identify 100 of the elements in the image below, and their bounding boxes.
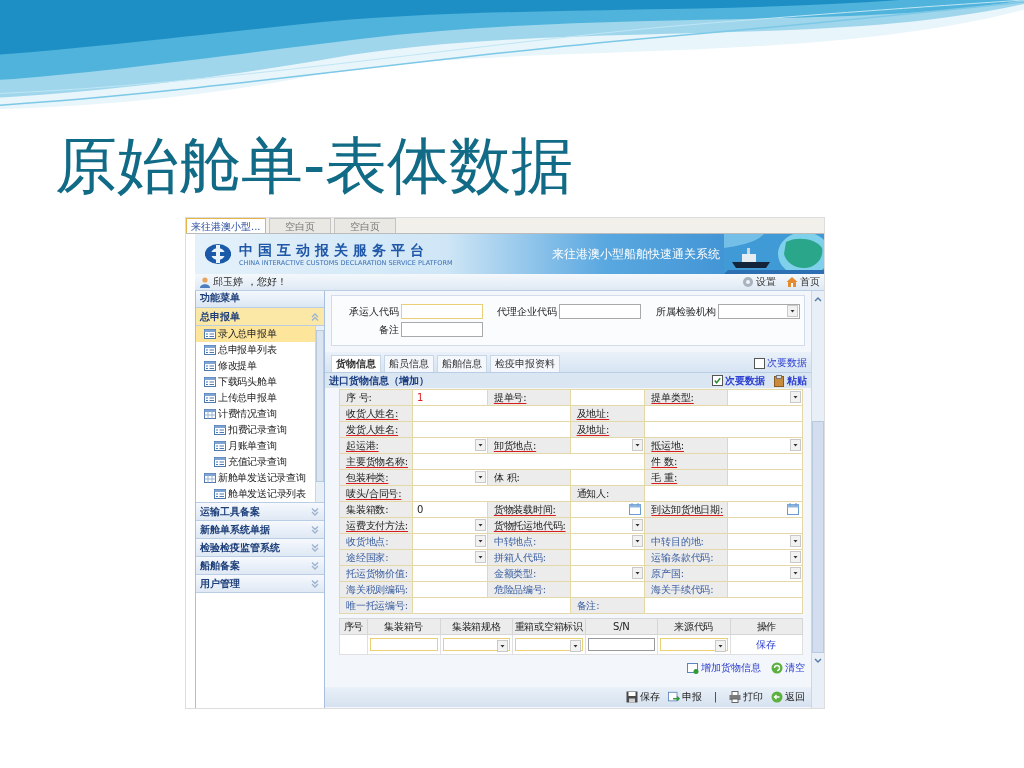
input-field[interactable] (413, 406, 570, 421)
save-link[interactable]: 保存 (756, 638, 777, 650)
field-label: 唯一托运编号: (340, 598, 412, 613)
input-field[interactable] (370, 638, 438, 651)
detail-tab[interactable]: 船员信息 (384, 355, 434, 372)
checkbox[interactable] (754, 358, 765, 369)
system-name: 来往港澳小型船舶快速通关系统 (552, 247, 720, 261)
menu-section-header[interactable]: 新舱单系统单据 (196, 521, 324, 539)
input-field[interactable] (559, 304, 642, 319)
input-field[interactable] (413, 566, 487, 581)
dropdown-field[interactable] (413, 534, 487, 549)
dropdown-field[interactable] (718, 304, 800, 319)
dropdown-field[interactable] (413, 470, 487, 485)
date-field[interactable] (570, 502, 645, 517)
field-label: 备注: (570, 598, 645, 613)
detail-tab[interactable]: 货物信息 (331, 355, 381, 372)
home-link[interactable]: 首页 (786, 275, 820, 289)
dropdown-field[interactable] (728, 438, 802, 453)
dropdown-field[interactable] (515, 638, 583, 651)
field-label: 及地址: (570, 422, 645, 437)
input-field[interactable]: 1 (413, 390, 487, 405)
dropdown-field[interactable] (570, 566, 645, 581)
menu-item[interactable]: 修改提单 (196, 358, 315, 374)
field-label: 货物装载时间: (487, 502, 570, 517)
input-field[interactable] (645, 486, 802, 501)
menu-section-header[interactable]: 运输工具备案 (196, 503, 324, 521)
input-field[interactable] (413, 582, 487, 597)
input-field[interactable] (413, 454, 645, 469)
input-field[interactable] (570, 390, 645, 405)
dropdown-field[interactable] (728, 390, 802, 405)
dropdown-field[interactable] (442, 638, 510, 651)
dropdown-field[interactable] (413, 550, 487, 565)
input-field[interactable] (413, 422, 570, 437)
calendar-icon (787, 503, 799, 515)
toolbar-button[interactable]: 打印 (729, 690, 763, 704)
field-label: 及地址: (570, 406, 645, 421)
add-goods-link[interactable]: 增加货物信息 (687, 661, 761, 675)
detail-tab[interactable]: 检疫申报资料 (490, 355, 560, 372)
dropdown-field[interactable] (728, 566, 802, 581)
menu-item[interactable]: 总申报单列表 (196, 342, 315, 358)
dropdown-field[interactable] (413, 518, 487, 533)
settings-link[interactable]: 设置 (742, 275, 776, 289)
input-field[interactable]: 0 (413, 502, 487, 517)
input-field[interactable] (645, 406, 802, 421)
menu-item[interactable]: 录入总申报单 (196, 326, 315, 342)
input-field[interactable] (728, 454, 802, 469)
input-field[interactable] (645, 598, 802, 613)
browser-tab[interactable]: 来往港澳小型... (186, 218, 266, 233)
paste-button[interactable]: 粘贴 (773, 373, 807, 388)
input-field[interactable] (570, 470, 645, 485)
browser-tab[interactable]: 空白页 (268, 218, 331, 233)
menu-item[interactable]: 新舱单发送记录查询 (196, 470, 315, 486)
section-title: 进口货物信息（增加） (329, 373, 429, 388)
input-field[interactable] (400, 322, 483, 337)
menu-section-header[interactable]: 检验检疫监管系统 (196, 539, 324, 557)
caret-icon (790, 439, 801, 451)
dropdown-field[interactable] (570, 438, 645, 453)
field-label: 到达卸货地日期: (645, 502, 728, 517)
input-field[interactable] (570, 550, 645, 565)
menu-item[interactable]: 上传总申报单 (196, 390, 315, 406)
dropdown-field[interactable] (570, 518, 645, 533)
dropdown-field[interactable] (413, 438, 487, 453)
dropdown-field[interactable] (570, 534, 645, 549)
scrollbar[interactable] (315, 326, 324, 502)
input-field[interactable] (728, 470, 802, 485)
date-field[interactable] (728, 502, 802, 517)
scrollbar[interactable] (811, 291, 824, 708)
menu-section-header[interactable]: 用户管理 (196, 575, 324, 593)
browser-tab[interactable]: 空白页 (333, 218, 396, 233)
detail-tab[interactable]: 船舶信息 (437, 355, 487, 372)
menu-section-header[interactable]: 船舶备案 (196, 557, 324, 575)
input-field[interactable] (728, 518, 802, 533)
secondary-data-link[interactable]: 次要数据 (767, 356, 807, 370)
dropdown-field[interactable] (728, 550, 802, 565)
menu-item[interactable]: 扣费记录查询 (196, 422, 315, 438)
field-label: 收货人姓名: (340, 406, 412, 421)
toolbar-button[interactable]: 保存 (625, 690, 660, 704)
secondary-data-link[interactable]: 次要数据 (725, 373, 765, 388)
input-field[interactable] (587, 638, 655, 651)
menu-item[interactable]: 充值记录查询 (196, 454, 315, 470)
menu-item[interactable]: 月账单查询 (196, 438, 315, 454)
input-field[interactable] (645, 422, 802, 437)
caret-icon (714, 640, 726, 652)
input-field[interactable] (400, 304, 483, 319)
dropdown-field[interactable] (728, 534, 802, 549)
field-label: 发货人姓名: (340, 422, 412, 437)
input-field[interactable] (570, 582, 645, 597)
checkbox[interactable] (712, 375, 723, 386)
menu-item[interactable]: 计费情况查询 (196, 406, 315, 422)
clear-link[interactable]: 清空 (771, 661, 805, 675)
dropdown-field[interactable] (660, 638, 728, 651)
input-field[interactable] (728, 582, 802, 597)
menu-item[interactable]: 舱单发送记录列表 (196, 486, 315, 502)
menu-section-header[interactable]: 总申报单 (196, 308, 324, 326)
input-field[interactable] (413, 598, 570, 613)
menu-item[interactable]: 下载码头舱单 (196, 374, 315, 390)
toolbar-button[interactable]: 返回 (771, 690, 805, 704)
field-label: 金额类型: (487, 566, 570, 581)
input-field[interactable] (413, 486, 570, 501)
toolbar-button[interactable]: 申报 (667, 690, 702, 704)
